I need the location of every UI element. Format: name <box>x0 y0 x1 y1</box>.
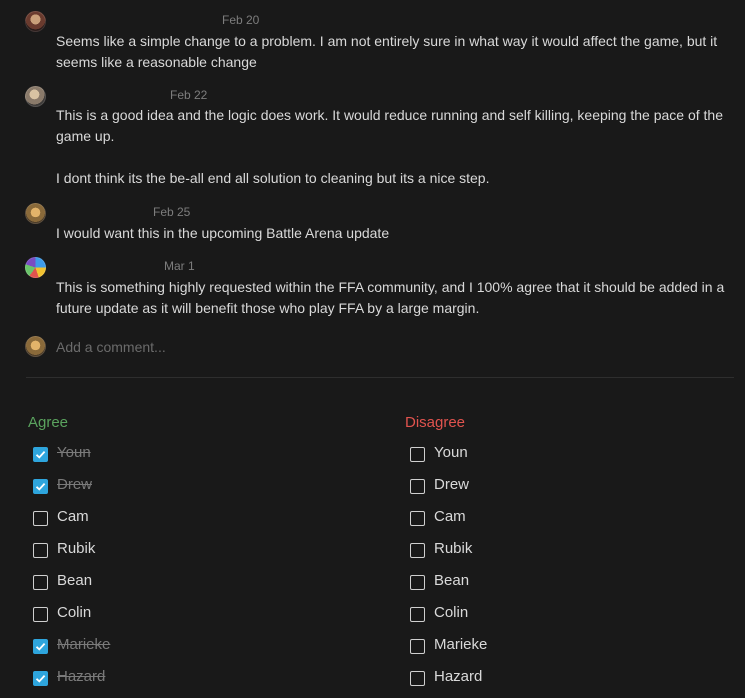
item-label: Colin <box>434 604 469 621</box>
checkbox[interactable] <box>33 447 48 462</box>
comment-body: I would want this in the upcoming Battle… <box>56 223 736 244</box>
checkbox[interactable] <box>33 479 48 494</box>
avatar[interactable] <box>25 203 46 224</box>
item-label: Marieke <box>57 636 111 653</box>
item-label: Drew <box>57 476 93 493</box>
item-label: Drew <box>434 476 470 493</box>
check-icon <box>35 450 46 459</box>
checkbox[interactable] <box>33 607 48 622</box>
item-label: Rubik <box>57 540 96 557</box>
item-label: Marieke <box>434 636 488 653</box>
divider <box>26 377 734 378</box>
item-label: Hazard <box>434 668 483 685</box>
agree-heading: Agree <box>28 414 69 431</box>
checkbox[interactable] <box>410 607 425 622</box>
avatar[interactable] <box>25 257 46 278</box>
checkbox[interactable] <box>33 575 48 590</box>
disagree-heading: Disagree <box>405 414 466 431</box>
checkbox[interactable] <box>410 671 425 686</box>
comment-date: Mar 1 <box>164 259 195 273</box>
comment-body: This is something highly requested withi… <box>56 277 736 319</box>
comment-text: I would want this in the upcoming Battle… <box>56 225 390 241</box>
current-user-avatar <box>25 336 46 357</box>
add-comment-input[interactable]: Add a comment... <box>56 339 166 355</box>
comment-text: This is something highly requested withi… <box>56 279 725 316</box>
checkbox[interactable] <box>33 639 48 654</box>
check-icon <box>35 674 46 683</box>
checkbox[interactable] <box>33 511 48 526</box>
comment-body: Seems like a simple change to a problem.… <box>56 31 736 73</box>
item-label: Bean <box>57 572 93 589</box>
check-icon <box>35 642 46 651</box>
comment-body: This is a good idea and the logic does w… <box>56 105 736 189</box>
item-label: Youn <box>57 444 91 461</box>
avatar[interactable] <box>25 11 46 32</box>
comment-date: Feb 20 <box>222 13 260 27</box>
item-label: Cam <box>434 508 466 525</box>
checkbox[interactable] <box>410 447 425 462</box>
item-label: Colin <box>57 604 92 621</box>
comment-text: This is a good idea and the logic does w… <box>56 107 723 144</box>
checkbox[interactable] <box>410 639 425 654</box>
comment-text: Seems like a simple change to a problem.… <box>56 33 718 70</box>
checkbox[interactable] <box>410 511 425 526</box>
comment-text: I dont think its the be-all end all solu… <box>56 170 490 186</box>
item-label: Rubik <box>434 540 473 557</box>
checkbox[interactable] <box>410 479 425 494</box>
avatar[interactable] <box>25 86 46 107</box>
item-label: Hazard <box>57 668 106 685</box>
check-icon <box>35 482 46 491</box>
item-label: Youn <box>434 444 468 461</box>
checkbox[interactable] <box>410 575 425 590</box>
item-label: Bean <box>434 572 470 589</box>
comment-date: Feb 25 <box>153 205 191 219</box>
comment-date: Feb 22 <box>170 88 208 102</box>
checkbox[interactable] <box>33 543 48 558</box>
item-label: Cam <box>57 508 89 525</box>
checkbox[interactable] <box>33 671 48 686</box>
checkbox[interactable] <box>410 543 425 558</box>
